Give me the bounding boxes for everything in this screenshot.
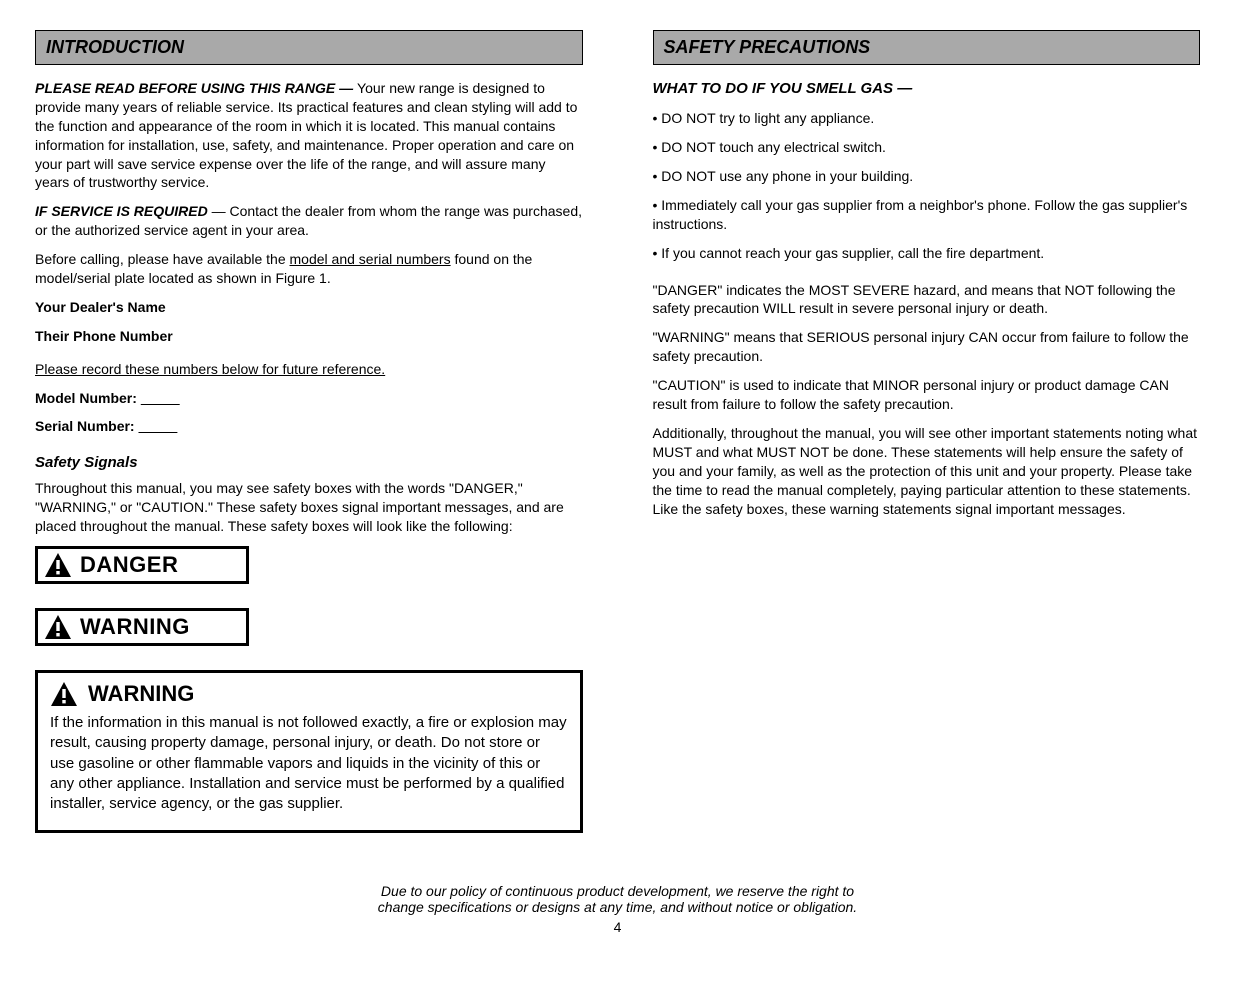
gas-bullet-2: • DO NOT touch any electrical switch. [653, 138, 1201, 157]
model-number-label: Model Number: [35, 389, 583, 408]
gas-bullet-1: • DO NOT try to light any appliance. [653, 109, 1201, 128]
serial-number-label: Serial Number: [35, 417, 583, 436]
service-paragraph-1: IF SERVICE IS REQUIRED — Contact the dea… [35, 202, 583, 240]
alert-triangle-icon [44, 614, 72, 640]
danger-label: DANGER [80, 552, 178, 578]
danger-explanation: "DANGER" indicates the MOST SEVERE hazar… [653, 281, 1201, 319]
record-line: Please record these numbers below for fu… [35, 361, 385, 377]
serial-number-blank [138, 418, 177, 434]
additional-notes: Additionally, throughout the manual, you… [653, 424, 1201, 518]
safety-signals-heading: Safety Signals [35, 454, 583, 471]
caution-explanation: "CAUTION" is used to indicate that MINOR… [653, 376, 1201, 414]
warning-large-body: If the information in this manual is not… [50, 713, 568, 814]
safety-signals-body: Throughout this manual, you may see safe… [35, 479, 583, 536]
intro-lead: PLEASE READ BEFORE USING THIS RANGE — [35, 80, 357, 96]
alert-triangle-icon [50, 681, 78, 707]
service-lead: IF SERVICE IS REQUIRED [35, 203, 212, 219]
dealer-phone-label: Their Phone Number [35, 327, 583, 346]
model-number-blank [141, 390, 180, 406]
gas-bullet-5: • If you cannot reach your gas supplier,… [653, 244, 1201, 263]
service-body-2b: model and serial numbers [290, 251, 451, 267]
record-instruction: Please record these numbers below for fu… [35, 360, 583, 379]
right-column: SAFETY PRECAUTIONS WHAT TO DO IF YOU SME… [653, 30, 1201, 847]
gas-bullet-4: • Immediately call your gas supplier fro… [653, 196, 1201, 234]
warning-explanation: "WARNING" means that SERIOUS personal in… [653, 328, 1201, 366]
warning-box-large: WARNING If the information in this manua… [35, 670, 583, 833]
left-column: INTRODUCTION PLEASE READ BEFORE USING TH… [35, 30, 583, 847]
dealer-name-label: Your Dealer's Name [35, 298, 583, 317]
service-body-2a: Before calling, please have available th… [35, 251, 290, 267]
warning-large-label: WARNING [88, 681, 194, 707]
section-header-introduction: INTRODUCTION [35, 30, 583, 65]
section-header-safety: SAFETY PRECAUTIONS [653, 30, 1201, 65]
danger-box-small: DANGER [35, 546, 249, 584]
intro-body: Your new range is designed to provide ma… [35, 80, 577, 190]
footer-line-1: Due to our policy of continuous product … [35, 883, 1200, 899]
page-number: 4 [35, 919, 1200, 935]
smell-gas-heading: WHAT TO DO IF YOU SMELL GAS — [653, 79, 1201, 99]
warning-label: WARNING [80, 614, 190, 640]
service-paragraph-2: Before calling, please have available th… [35, 250, 583, 288]
warning-box-small: WARNING [35, 608, 249, 646]
gas-bullet-3: • DO NOT use any phone in your building. [653, 167, 1201, 186]
alert-triangle-icon [44, 552, 72, 578]
intro-paragraph: PLEASE READ BEFORE USING THIS RANGE — Yo… [35, 79, 583, 192]
footer-line-2: change specifications or designs at any … [35, 899, 1200, 915]
